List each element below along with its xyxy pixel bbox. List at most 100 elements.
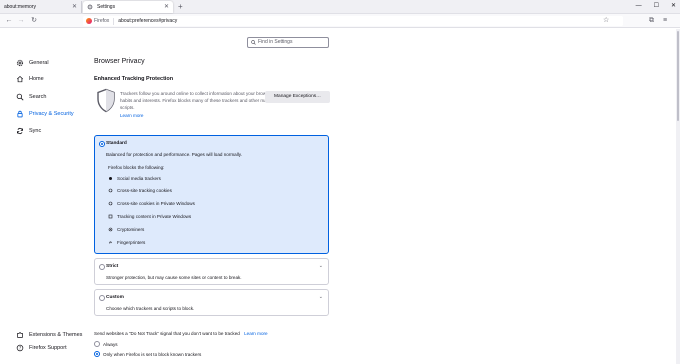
etp-heading: Enhanced Tracking Protection xyxy=(94,76,174,82)
shield-icon xyxy=(97,88,115,113)
site-identity[interactable]: Firefox xyxy=(83,17,115,25)
list-item: Cross-site tracking cookies xyxy=(108,188,172,193)
list-item: Fingerprinters xyxy=(108,240,145,245)
bookmark-star-icon[interactable]: ☆ xyxy=(603,15,609,27)
sidebar-item-privacy[interactable]: Privacy & Security xyxy=(16,109,74,119)
list-item: Cross-site cookies in Private Windows xyxy=(108,201,195,206)
puzzle-icon xyxy=(17,332,23,338)
settings-page: Find in Settings General Home Search Pri… xyxy=(0,29,680,364)
cookie-icon xyxy=(108,188,113,193)
custom-option-card[interactable]: Custom ⌄ Choose which trackers and scrip… xyxy=(94,289,329,316)
sidebar-item-label: Sync xyxy=(29,128,42,134)
standard-title: Standard xyxy=(106,141,127,146)
identity-label: Firefox xyxy=(94,18,110,24)
dnt-known-trackers-radio[interactable] xyxy=(94,351,100,357)
custom-title: Custom xyxy=(106,295,124,300)
dnt-option-label: Always xyxy=(103,341,118,347)
standard-subtitle: Balanced for protection and performance.… xyxy=(106,152,243,157)
sidebar-item-label: General xyxy=(29,60,49,66)
sidebar-item-label: Search xyxy=(29,94,47,100)
close-tab-icon[interactable]: ✕ xyxy=(72,1,77,13)
menu-icon[interactable]: ≡ xyxy=(663,15,667,27)
etp-learn-more-link[interactable]: Learn more xyxy=(120,112,285,119)
page-scrollbar[interactable] xyxy=(676,29,680,364)
sidebar: General Home Search Privacy & Security S… xyxy=(0,29,90,364)
close-window-icon[interactable]: ✕ xyxy=(671,0,676,13)
dnt-option-label: Only when Firefox is set to block known … xyxy=(103,351,202,357)
tab-label: Settings xyxy=(97,4,116,10)
new-tab-button[interactable]: + xyxy=(178,0,183,13)
list-item-label: Cryptominers xyxy=(117,227,145,232)
maximize-icon[interactable]: ☐ xyxy=(654,0,659,13)
gear-icon xyxy=(16,59,24,67)
sidebar-item-label: Home xyxy=(29,76,44,82)
sidebar-item-general[interactable]: General xyxy=(16,58,49,68)
firefox-icon xyxy=(86,18,92,24)
custom-radio[interactable] xyxy=(99,295,105,301)
forward-button[interactable]: → xyxy=(16,15,26,27)
list-item: Tracking content in Private Windows xyxy=(108,214,191,219)
list-item: Social media trackers xyxy=(108,176,161,181)
standard-radio[interactable] xyxy=(99,141,105,147)
dnt-learn-more-link[interactable]: Learn more xyxy=(244,331,268,336)
dnt-label-text: Send websites a “Do Not Track” signal th… xyxy=(94,331,240,336)
close-tab-icon[interactable]: ✕ xyxy=(164,1,169,13)
list-item-label: Tracking content in Private Windows xyxy=(117,214,192,219)
back-button[interactable]: ← xyxy=(4,15,14,27)
sidebar-item-home[interactable]: Home xyxy=(16,74,44,84)
tab-about-memory[interactable]: about:memory ✕ xyxy=(0,1,82,13)
sidebar-firefox-support[interactable]: ? Firefox Support xyxy=(16,343,67,353)
extensions-icon[interactable]: ⧉ xyxy=(649,15,654,27)
window-controls: — ☐ ✕ xyxy=(636,0,676,13)
dnt-always-radio[interactable] xyxy=(94,341,100,347)
sidebar-item-search[interactable]: Search xyxy=(16,92,46,102)
tab-settings[interactable]: Settings ✕ xyxy=(83,1,173,13)
help-icon: ? xyxy=(16,344,24,352)
custom-subtitle: Choose which trackers and scripts to blo… xyxy=(106,306,195,311)
gear-icon xyxy=(87,4,93,10)
navigation-toolbar: ← → ↻ Firefox about:preferences#privacy … xyxy=(0,14,680,28)
svg-text:?: ? xyxy=(19,345,21,350)
list-item: Cryptominers xyxy=(108,227,144,232)
sidebar-footer-label: Firefox Support xyxy=(29,345,67,351)
chevron-down-icon[interactable]: ⌄ xyxy=(319,263,323,269)
dnt-option-always[interactable]: Always xyxy=(94,341,118,347)
strict-subtitle: Stronger protection, but may cause some … xyxy=(106,275,242,280)
sidebar-extensions-themes[interactable]: Extensions & Themes xyxy=(16,330,82,340)
standard-option-card[interactable]: Standard Balanced for protection and per… xyxy=(94,135,329,254)
page-title: Browser Privacy xyxy=(94,58,145,65)
search-icon xyxy=(16,93,24,101)
cookie-icon xyxy=(108,201,113,206)
blocks-label: Firefox blocks the following: xyxy=(108,165,165,170)
search-placeholder: Find in Settings xyxy=(258,39,293,45)
list-item-label: Cross-site cookies in Private Windows xyxy=(117,201,195,206)
tab-strip: about:memory ✕ Settings ✕ + — ☐ ✕ xyxy=(0,0,680,14)
sync-icon xyxy=(17,127,23,135)
url-text[interactable]: about:preferences#privacy xyxy=(114,18,177,24)
manage-exceptions-button[interactable]: Manage Exceptions… xyxy=(265,91,330,103)
dnt-option-known-trackers[interactable]: Only when Firefox is set to block known … xyxy=(94,351,201,357)
reload-button[interactable]: ↻ xyxy=(29,15,39,27)
scrollbar-thumb[interactable] xyxy=(677,31,679,121)
strict-title: Strict xyxy=(106,264,119,269)
home-icon xyxy=(16,75,24,83)
list-item-label: Fingerprinters xyxy=(117,240,146,245)
sidebar-item-sync[interactable]: Sync xyxy=(16,126,41,136)
strict-option-card[interactable]: Strict ⌄ Stronger protection, but may ca… xyxy=(94,258,329,285)
social-tracker-icon xyxy=(109,177,112,180)
list-item-label: Social media trackers xyxy=(117,176,161,181)
chevron-down-icon[interactable]: ⌄ xyxy=(319,294,323,300)
url-bar[interactable]: Firefox about:preferences#privacy xyxy=(83,16,623,26)
fingerprint-icon xyxy=(109,241,112,244)
strict-radio[interactable] xyxy=(99,264,105,270)
etp-description-text: Trackers follow you around online to col… xyxy=(120,91,280,111)
sidebar-item-label: Privacy & Security xyxy=(29,111,74,117)
lock-icon xyxy=(17,110,23,118)
search-icon xyxy=(251,40,256,45)
search-input[interactable]: Find in Settings xyxy=(247,37,329,48)
sidebar-footer-label: Extensions & Themes xyxy=(29,332,83,338)
tracking-content-icon xyxy=(108,214,113,219)
dnt-label: Send websites a “Do Not Track” signal th… xyxy=(94,331,268,336)
minimize-icon[interactable]: — xyxy=(636,0,642,13)
list-item-label: Cross-site tracking cookies xyxy=(117,188,172,193)
